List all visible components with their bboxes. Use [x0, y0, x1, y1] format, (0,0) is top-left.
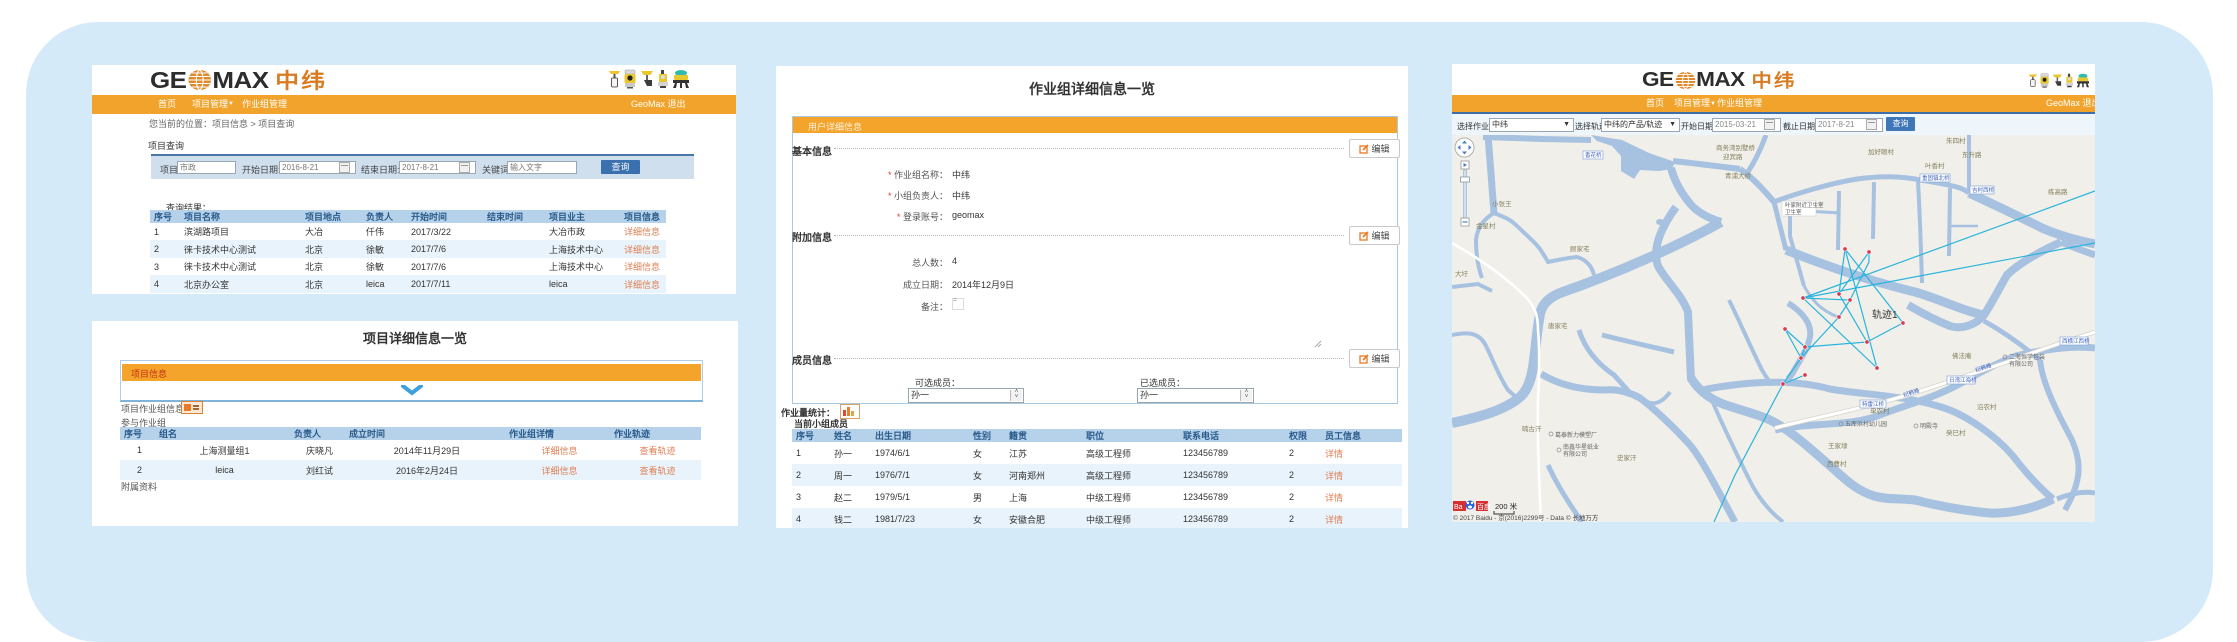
- svg-text:唐家宅: 唐家宅: [1548, 321, 1568, 330]
- svg-text:癸巳村: 癸巳村: [1946, 428, 1966, 437]
- svg-text:西曹村: 西曹村: [1827, 459, 1847, 468]
- svg-text:迎宾路: 迎宾路: [1723, 152, 1743, 161]
- svg-text:喃古汗: 喃古汗: [1522, 424, 1542, 433]
- svg-text:叶香村: 叶香村: [1925, 161, 1945, 170]
- svg-text:东升路: 东升路: [1962, 150, 1982, 159]
- svg-text:卫生室: 卫生室: [1785, 208, 1802, 216]
- svg-text:重固镇北桥: 重固镇北桥: [1922, 174, 1950, 182]
- svg-text:© 2017 Baidu - 京(2016)2299号 -: © 2017 Baidu - 京(2016)2299号 - Data © 长地万…: [1453, 513, 1599, 522]
- svg-text:葛泰新力模塑厂: 葛泰新力模塑厂: [1555, 431, 1597, 439]
- svg-text:香花桥: 香花桥: [1585, 151, 1602, 159]
- svg-text:练高路: 练高路: [2048, 187, 2068, 196]
- svg-text:史家汗: 史家汗: [1617, 453, 1637, 462]
- svg-text:吉村西桥: 吉村西桥: [1972, 186, 1995, 194]
- svg-text:南鑫华星纸业: 南鑫华星纸业: [1563, 443, 1599, 451]
- svg-text:商务湾别墅桥: 商务湾别墅桥: [1716, 143, 1756, 152]
- svg-text:朱四村: 朱四村: [1946, 136, 1966, 145]
- svg-text:大圩: 大圩: [1455, 269, 1469, 278]
- svg-text:沿农村: 沿农村: [1977, 402, 1997, 411]
- svg-text:200 米: 200 米: [1495, 501, 1518, 511]
- svg-text:轨迹1: 轨迹1: [1872, 308, 1898, 321]
- svg-text:有限公司: 有限公司: [2009, 360, 2033, 368]
- svg-text:明殿寺: 明殿寺: [1920, 422, 1938, 430]
- svg-text:青浦大桥: 青浦大桥: [1725, 171, 1752, 180]
- svg-text:小张王: 小张王: [1492, 199, 1512, 208]
- svg-text:佛法庵: 佛法庵: [1952, 351, 1972, 360]
- svg-text:有限公司: 有限公司: [1563, 450, 1587, 458]
- svg-text:日湾江海桥: 日湾江海桥: [1949, 376, 1977, 384]
- svg-text:西横江西桥: 西横江西桥: [2062, 337, 2090, 345]
- svg-text:百度: 百度: [1477, 502, 1491, 511]
- svg-text:顾家宅: 顾家宅: [1570, 244, 1590, 253]
- svg-text:二海恒学包装: 二海恒学包装: [2009, 353, 2045, 361]
- svg-text:五厍浜村幼儿园: 五厍浜村幼儿园: [1845, 420, 1887, 428]
- svg-text:金星村: 金星村: [1476, 221, 1496, 230]
- svg-text:王家埭: 王家埭: [1828, 441, 1848, 450]
- svg-text:加好眼村: 加好眼村: [1868, 147, 1895, 156]
- svg-text:Ba: Ba: [1454, 504, 1463, 511]
- svg-text:叶家附近卫生室: 叶家附近卫生室: [1785, 201, 1824, 209]
- svg-text:特雷江桥: 特雷江桥: [1862, 400, 1885, 408]
